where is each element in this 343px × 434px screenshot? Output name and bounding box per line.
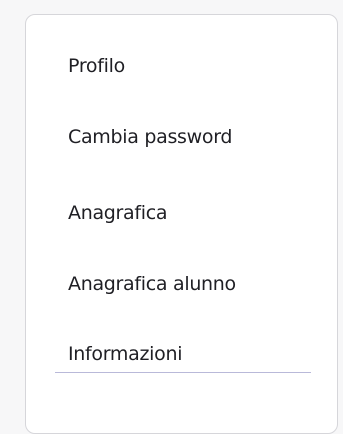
menu-item-cambia-password[interactable]: Cambia password (68, 122, 232, 152)
profile-menu-card: Profilo Cambia password Anagrafica Anagr… (25, 14, 338, 434)
menu-divider (55, 372, 311, 373)
menu-item-anagrafica[interactable]: Anagrafica (68, 198, 168, 228)
menu-item-informazioni[interactable]: Informazioni (68, 339, 182, 369)
menu-item-profilo[interactable]: Profilo (68, 51, 125, 81)
menu-item-anagrafica-alunno[interactable]: Anagrafica alunno (68, 269, 236, 299)
